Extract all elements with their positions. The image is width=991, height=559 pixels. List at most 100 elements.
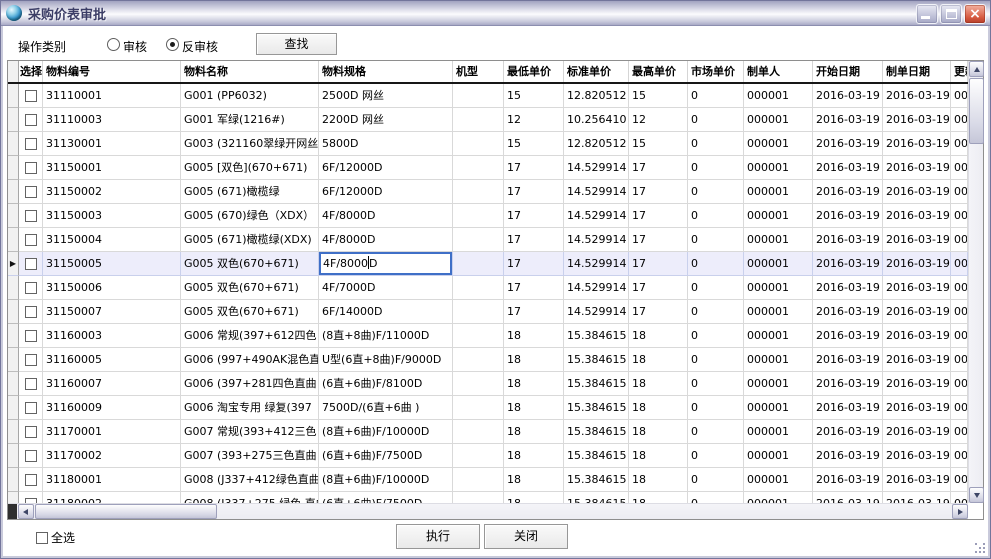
cell-create[interactable]: 2016-03-19	[883, 180, 951, 204]
cell-spec[interactable]: 6F/12000D	[319, 180, 453, 204]
table-row[interactable]: 31180001G008 (J337+412绿色直曲(8直+6曲)F/10000…	[8, 468, 968, 492]
cell-create[interactable]: 2016-03-19	[883, 204, 951, 228]
cell-creator[interactable]: 000001	[744, 300, 813, 324]
cell-code[interactable]: 31150006	[43, 276, 181, 300]
row-checkbox[interactable]	[25, 162, 37, 174]
cell-model[interactable]	[453, 132, 504, 156]
cell-min[interactable]: 18	[504, 468, 564, 492]
cell-code[interactable]: 31160007	[43, 372, 181, 396]
cell-max[interactable]: 18	[629, 444, 688, 468]
cell-creator[interactable]: 000001	[744, 324, 813, 348]
row-checkbox[interactable]	[25, 402, 37, 414]
cell-model[interactable]	[453, 84, 504, 108]
cell-spec[interactable]: 4F/8000D	[319, 252, 453, 276]
close-dialog-button[interactable]: 关闭	[484, 524, 568, 549]
select-all-label[interactable]: 全选	[51, 529, 75, 546]
cell-upd[interactable]: 00	[951, 324, 968, 348]
table-row[interactable]: ▶31150005G005 双色(670+671)4F/8000D1714.52…	[8, 252, 968, 276]
cell-std[interactable]: 15.384615	[564, 324, 629, 348]
cell-spec[interactable]: U型(6直+8曲)F/9000D	[319, 348, 453, 372]
row-checkbox[interactable]	[25, 210, 37, 222]
cell-code[interactable]: 31150003	[43, 204, 181, 228]
cell-max[interactable]: 17	[629, 180, 688, 204]
minimize-button[interactable]	[916, 4, 938, 24]
cell-std[interactable]: 15.384615	[564, 492, 629, 503]
cell-upd[interactable]: 00	[951, 468, 968, 492]
cell-mkt[interactable]: 0	[688, 132, 744, 156]
cell-min[interactable]: 18	[504, 420, 564, 444]
vertical-scroll-thumb[interactable]	[969, 78, 984, 144]
cell-upd[interactable]: 00	[951, 276, 968, 300]
cell-create[interactable]: 2016-03-19	[883, 444, 951, 468]
cell-start[interactable]: 2016-03-19	[813, 252, 883, 276]
cell-create[interactable]: 2016-03-19	[883, 372, 951, 396]
cell-std[interactable]: 14.529914	[564, 204, 629, 228]
cell-create[interactable]: 2016-03-19	[883, 132, 951, 156]
row-checkbox[interactable]	[25, 282, 37, 294]
cell-name[interactable]: G005 (671)橄榄绿(XDX)	[181, 228, 319, 252]
cell-upd[interactable]: 00	[951, 132, 968, 156]
cell-name[interactable]: G005 双色(670+671)	[181, 300, 319, 324]
cell-start[interactable]: 2016-03-19	[813, 348, 883, 372]
cell-name[interactable]: G005 双色(670+671)	[181, 276, 319, 300]
cell-creator[interactable]: 000001	[744, 468, 813, 492]
cell-start[interactable]: 2016-03-19	[813, 180, 883, 204]
row-header[interactable]	[8, 156, 19, 180]
cell-name[interactable]: G005 双色(670+671)	[181, 252, 319, 276]
cell-upd[interactable]: 00	[951, 348, 968, 372]
cell-model[interactable]	[453, 252, 504, 276]
table-row[interactable]: 31180002G008 (J337+275 绿色 直曲(6直+6曲)F/750…	[8, 492, 968, 503]
cell-start[interactable]: 2016-03-19	[813, 156, 883, 180]
select-all-checkbox[interactable]	[36, 532, 48, 544]
cell-min[interactable]: 17	[504, 300, 564, 324]
cell-max[interactable]: 17	[629, 276, 688, 300]
cell-spec[interactable]: (8直+6曲)F/10000D	[319, 420, 453, 444]
row-header[interactable]	[8, 468, 19, 492]
cell-model[interactable]	[453, 108, 504, 132]
row-checkbox[interactable]	[25, 258, 37, 270]
cell-creator[interactable]: 000001	[744, 372, 813, 396]
cell-name[interactable]: G007 常规(393+412三色	[181, 420, 319, 444]
cell-std[interactable]: 14.529914	[564, 276, 629, 300]
row-header[interactable]	[8, 492, 19, 503]
cell-code[interactable]: 31110001	[43, 84, 181, 108]
cell-creator[interactable]: 000001	[744, 228, 813, 252]
cell-code[interactable]: 31170001	[43, 420, 181, 444]
cell-model[interactable]	[453, 348, 504, 372]
cell-create[interactable]: 2016-03-19	[883, 396, 951, 420]
cell-create[interactable]: 2016-03-19	[883, 156, 951, 180]
cell-mkt[interactable]: 0	[688, 396, 744, 420]
row-header[interactable]	[8, 228, 19, 252]
cell-min[interactable]: 15	[504, 132, 564, 156]
find-button[interactable]: 查找	[256, 33, 337, 55]
cell-upd[interactable]: 00	[951, 444, 968, 468]
cell-max[interactable]: 18	[629, 324, 688, 348]
cell-start[interactable]: 2016-03-19	[813, 228, 883, 252]
current-row-marker[interactable]: ▶	[8, 252, 19, 276]
cell-std[interactable]: 10.256410	[564, 108, 629, 132]
cell-upd[interactable]: 00	[951, 372, 968, 396]
radio-audit[interactable]	[107, 38, 120, 51]
cell-mkt[interactable]: 0	[688, 420, 744, 444]
table-row[interactable]: 31110001G001 (PP6032)2500D 网丝1512.820512…	[8, 84, 968, 108]
horizontal-scroll-thumb[interactable]	[35, 504, 217, 519]
cell-code[interactable]: 31180001	[43, 468, 181, 492]
cell-code[interactable]: 31150001	[43, 156, 181, 180]
cell-create[interactable]: 2016-03-19	[883, 348, 951, 372]
cell-std[interactable]: 15.384615	[564, 348, 629, 372]
row-header[interactable]	[8, 348, 19, 372]
cell-code[interactable]: 31130001	[43, 132, 181, 156]
cell-create[interactable]: 2016-03-19	[883, 228, 951, 252]
cell-model[interactable]	[453, 396, 504, 420]
cell-model[interactable]	[453, 444, 504, 468]
row-header[interactable]	[8, 84, 19, 108]
cell-code[interactable]: 31170002	[43, 444, 181, 468]
cell-std[interactable]: 14.529914	[564, 300, 629, 324]
cell-code[interactable]: 31150002	[43, 180, 181, 204]
cell-model[interactable]	[453, 300, 504, 324]
table-row[interactable]: 31160009G006 淘宝专用 绿复(3977500D/(6直+6曲 )18…	[8, 396, 968, 420]
cell-code[interactable]: 31150005	[43, 252, 181, 276]
cell-creator[interactable]: 000001	[744, 492, 813, 503]
row-checkbox[interactable]	[25, 330, 37, 342]
cell-max[interactable]: 18	[629, 420, 688, 444]
